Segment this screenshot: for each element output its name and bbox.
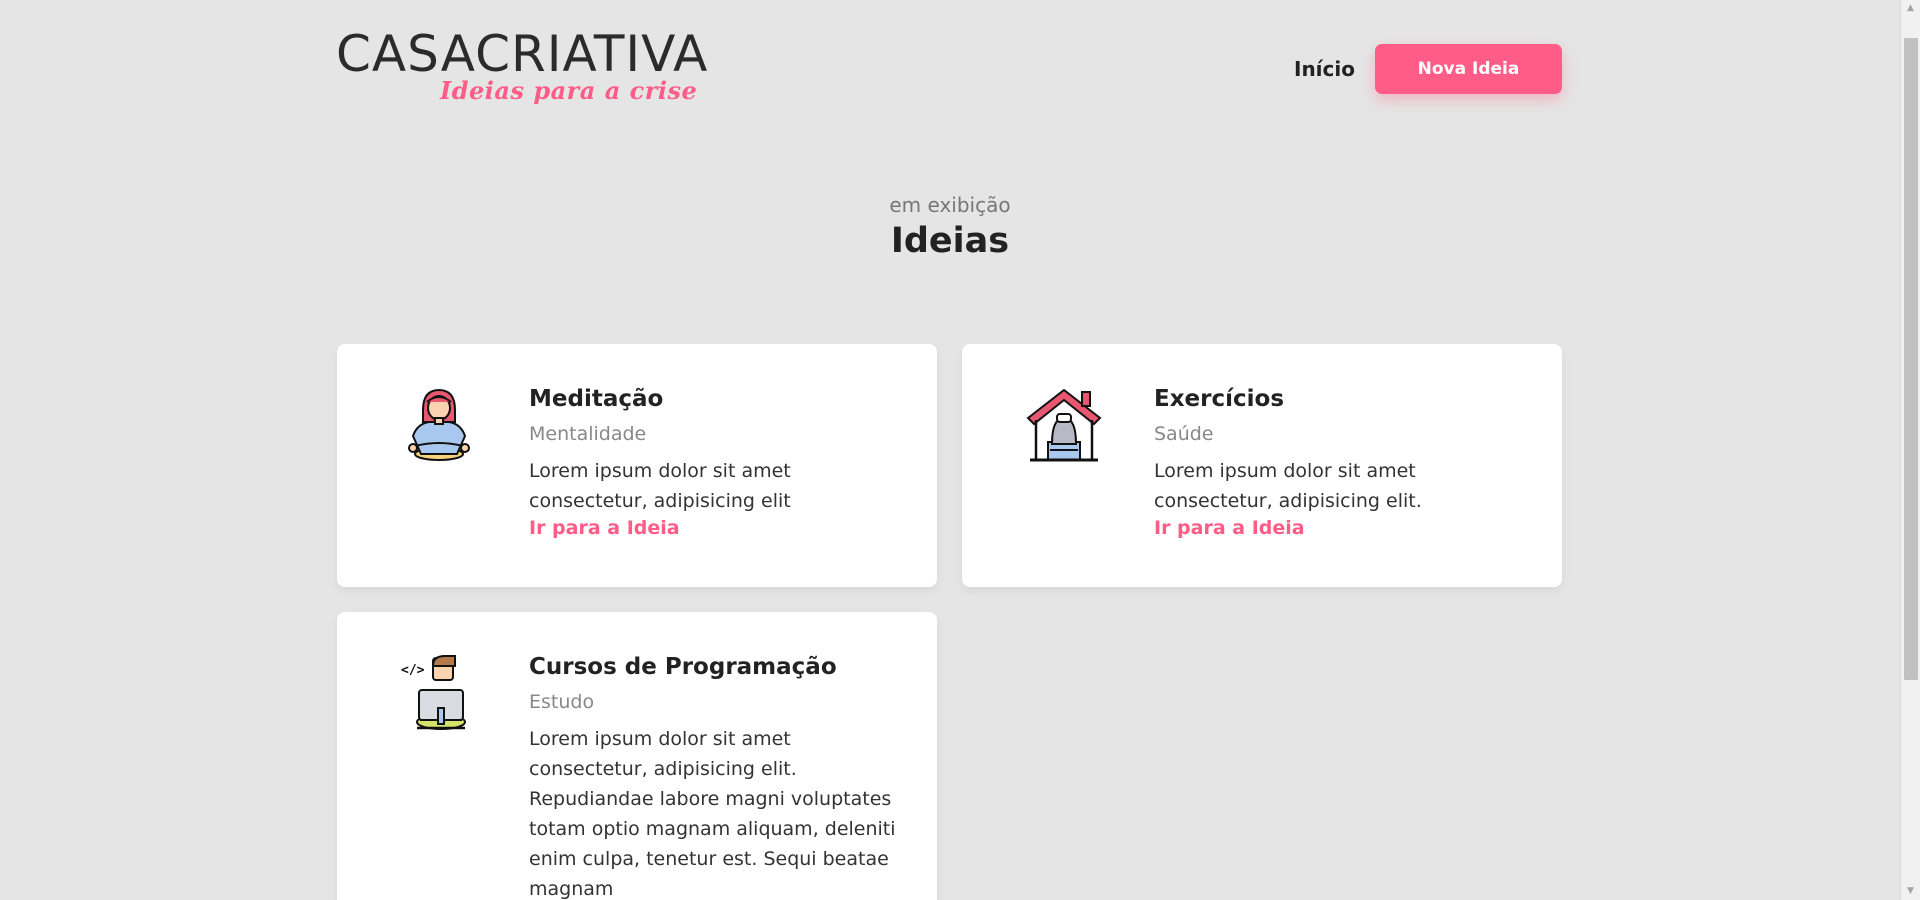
meditation-icon: [399, 384, 479, 464]
card-body: Cursos de Programação Estudo Lorem ipsum…: [529, 650, 904, 900]
card-category: Estudo: [529, 691, 595, 713]
logo-wordmark-criativa: CRIATIVA: [475, 25, 709, 83]
page-scrollbar[interactable]: ▲ ▼: [1900, 0, 1920, 900]
svg-text:</>: </>: [401, 663, 425, 678]
card-category: Saúde: [1154, 423, 1214, 445]
logo-tagline: Ideias para a crise: [440, 76, 698, 105]
card-title: Meditação: [529, 386, 664, 412]
card-title: Exercícios: [1154, 386, 1285, 412]
site-header: CASACRIATIVA Ideias para a crise Início …: [336, 0, 1562, 120]
card-body: Meditação Mentalidade Lorem ipsum dolor …: [529, 382, 904, 540]
nav-link-home[interactable]: Início: [1294, 57, 1355, 81]
scrollbar-thumb[interactable]: [1904, 38, 1918, 680]
section-title: Ideias: [890, 221, 1010, 261]
logo-wordmark: CASACRIATIVA: [336, 26, 708, 82]
logo-wordmark-casa: CASA: [336, 25, 476, 83]
new-idea-button[interactable]: Nova Ideia: [1375, 44, 1562, 94]
idea-card: </> Cursos de Programação Estudo Lorem i…: [337, 612, 937, 900]
logo[interactable]: CASACRIATIVA Ideias para a crise: [336, 26, 708, 110]
home-gym-icon: [1024, 384, 1104, 464]
card-title: Cursos de Programação: [529, 654, 837, 680]
card-description: Lorem ipsum dolor sit amet consectetur, …: [529, 460, 791, 512]
main-nav: Início Nova Ideia: [1294, 44, 1562, 94]
section-header: em exibição Ideias: [0, 192, 1900, 264]
card-description: Lorem ipsum dolor sit amet consectetur, …: [529, 728, 896, 900]
scroll-up-arrow-icon[interactable]: ▲: [1901, 0, 1920, 17]
go-to-idea-link[interactable]: Ir para a Ideia: [529, 516, 904, 540]
idea-card: Meditação Mentalidade Lorem ipsum dolor …: [337, 344, 937, 587]
page: CASACRIATIVA Ideias para a crise Início …: [0, 0, 1900, 900]
idea-card: Exercícios Saúde Lorem ipsum dolor sit a…: [962, 344, 1562, 587]
card-description: Lorem ipsum dolor sit amet consectetur, …: [1154, 460, 1422, 512]
section-subtitle: em exibição: [889, 193, 1011, 217]
card-body: Exercícios Saúde Lorem ipsum dolor sit a…: [1154, 382, 1529, 540]
scroll-down-arrow-icon[interactable]: ▼: [1901, 883, 1920, 900]
card-category: Mentalidade: [529, 423, 647, 445]
programmer-icon: </>: [399, 652, 479, 732]
go-to-idea-link[interactable]: Ir para a Ideia: [1154, 516, 1529, 540]
